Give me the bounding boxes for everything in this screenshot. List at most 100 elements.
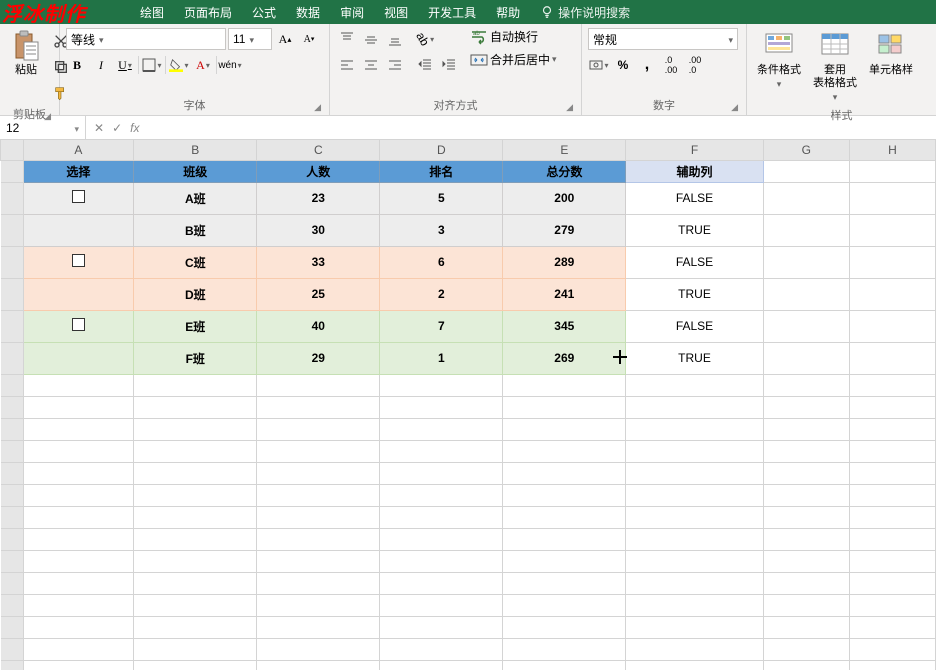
empty-cell[interactable] <box>849 246 935 278</box>
empty-cell[interactable] <box>763 374 849 396</box>
empty-cell[interactable] <box>380 594 503 616</box>
align-top-button[interactable] <box>336 28 358 50</box>
aux-cell[interactable]: TRUE <box>626 342 763 374</box>
empty-cell[interactable] <box>134 374 257 396</box>
data-cell[interactable] <box>23 342 134 374</box>
menu-tab[interactable]: 数据 <box>286 0 330 24</box>
empty-cell[interactable] <box>134 462 257 484</box>
dialog-launcher-icon[interactable]: ◢ <box>314 102 321 113</box>
empty-cell[interactable] <box>134 616 257 638</box>
align-center-button[interactable] <box>360 54 382 76</box>
empty-cell[interactable] <box>380 462 503 484</box>
data-cell[interactable]: 6 <box>380 246 503 278</box>
row-header[interactable] <box>1 182 24 214</box>
row-header[interactable] <box>1 342 24 374</box>
empty-cell[interactable] <box>134 418 257 440</box>
data-cell[interactable]: 1 <box>380 342 503 374</box>
menu-tab[interactable]: 帮助 <box>486 0 530 24</box>
empty-cell[interactable] <box>503 484 626 506</box>
empty-cell[interactable] <box>257 572 380 594</box>
table-header-cell[interactable]: 人数 <box>257 160 380 182</box>
empty-cell[interactable] <box>257 528 380 550</box>
empty-cell[interactable] <box>849 462 935 484</box>
data-cell[interactable]: 40 <box>257 310 380 342</box>
decrease-indent-button[interactable] <box>414 54 436 76</box>
empty-cell[interactable] <box>23 462 134 484</box>
font-color-button[interactable]: A▾ <box>192 54 214 76</box>
empty-cell[interactable] <box>134 528 257 550</box>
empty-cell[interactable] <box>257 594 380 616</box>
empty-cell[interactable] <box>380 572 503 594</box>
empty-cell[interactable] <box>763 660 849 670</box>
row-header[interactable] <box>1 594 24 616</box>
empty-cell[interactable] <box>763 342 849 374</box>
align-left-button[interactable] <box>336 54 358 76</box>
data-cell[interactable]: F班 <box>134 342 257 374</box>
format-as-table-button[interactable]: 套用 表格格式 ▾ <box>809 28 861 105</box>
empty-cell[interactable] <box>503 374 626 396</box>
orientation-button[interactable]: ab▾ <box>414 28 436 50</box>
empty-cell[interactable] <box>763 182 849 214</box>
empty-cell[interactable] <box>380 484 503 506</box>
merge-center-button[interactable]: 合并后居中 ▾ <box>470 51 557 68</box>
conditional-format-button[interactable]: 条件格式 ▾ <box>753 28 805 92</box>
row-header[interactable] <box>1 506 24 528</box>
column-header[interactable]: F <box>626 140 763 160</box>
data-cell[interactable]: 3 <box>380 214 503 246</box>
dialog-launcher-icon[interactable]: ◢ <box>44 111 51 122</box>
data-cell[interactable]: 200 <box>503 182 626 214</box>
empty-cell[interactable] <box>849 638 935 660</box>
italic-button[interactable]: I <box>90 54 112 76</box>
menu-tab[interactable]: 视图 <box>374 0 418 24</box>
empty-cell[interactable] <box>626 484 763 506</box>
aux-cell[interactable]: TRUE <box>626 278 763 310</box>
empty-cell[interactable] <box>849 506 935 528</box>
empty-cell[interactable] <box>626 506 763 528</box>
empty-cell[interactable] <box>763 396 849 418</box>
empty-cell[interactable] <box>849 374 935 396</box>
table-header-cell[interactable]: 总分数 <box>503 160 626 182</box>
empty-cell[interactable] <box>23 572 134 594</box>
aux-cell[interactable]: FALSE <box>626 246 763 278</box>
empty-cell[interactable] <box>849 484 935 506</box>
aux-cell[interactable]: FALSE <box>626 310 763 342</box>
row-header[interactable] <box>1 638 24 660</box>
decrease-decimal-button[interactable]: .00.0 <box>684 54 706 76</box>
data-cell[interactable]: 269 <box>503 342 626 374</box>
empty-cell[interactable] <box>23 374 134 396</box>
empty-cell[interactable] <box>626 638 763 660</box>
empty-cell[interactable] <box>503 462 626 484</box>
empty-cell[interactable] <box>626 594 763 616</box>
data-cell[interactable]: 23 <box>257 182 380 214</box>
empty-cell[interactable] <box>626 660 763 670</box>
empty-cell[interactable] <box>257 638 380 660</box>
empty-cell[interactable] <box>626 550 763 572</box>
fill-color-button[interactable]: ▾ <box>168 54 190 76</box>
data-cell[interactable] <box>23 246 134 278</box>
empty-cell[interactable] <box>380 396 503 418</box>
increase-decimal-button[interactable]: .0.00 <box>660 54 682 76</box>
empty-cell[interactable] <box>849 278 935 310</box>
empty-cell[interactable] <box>257 374 380 396</box>
data-cell[interactable] <box>23 214 134 246</box>
column-header[interactable]: E <box>503 140 626 160</box>
empty-cell[interactable] <box>763 616 849 638</box>
worksheet[interactable]: ABCDEFGH选择班级人数排名总分数辅助列A班235200FALSEB班303… <box>0 140 936 670</box>
empty-cell[interactable] <box>257 484 380 506</box>
empty-cell[interactable] <box>257 550 380 572</box>
empty-cell[interactable] <box>134 572 257 594</box>
empty-cell[interactable] <box>134 484 257 506</box>
empty-cell[interactable] <box>503 396 626 418</box>
empty-cell[interactable] <box>626 374 763 396</box>
data-cell[interactable] <box>23 310 134 342</box>
empty-cell[interactable] <box>23 440 134 462</box>
empty-cell[interactable] <box>134 660 257 670</box>
row-header[interactable] <box>1 440 24 462</box>
empty-cell[interactable] <box>503 506 626 528</box>
bold-button[interactable]: B <box>66 54 88 76</box>
empty-cell[interactable] <box>763 638 849 660</box>
empty-cell[interactable] <box>763 440 849 462</box>
cancel-formula-button[interactable]: ✕ <box>94 121 104 135</box>
empty-cell[interactable] <box>503 616 626 638</box>
empty-cell[interactable] <box>380 550 503 572</box>
